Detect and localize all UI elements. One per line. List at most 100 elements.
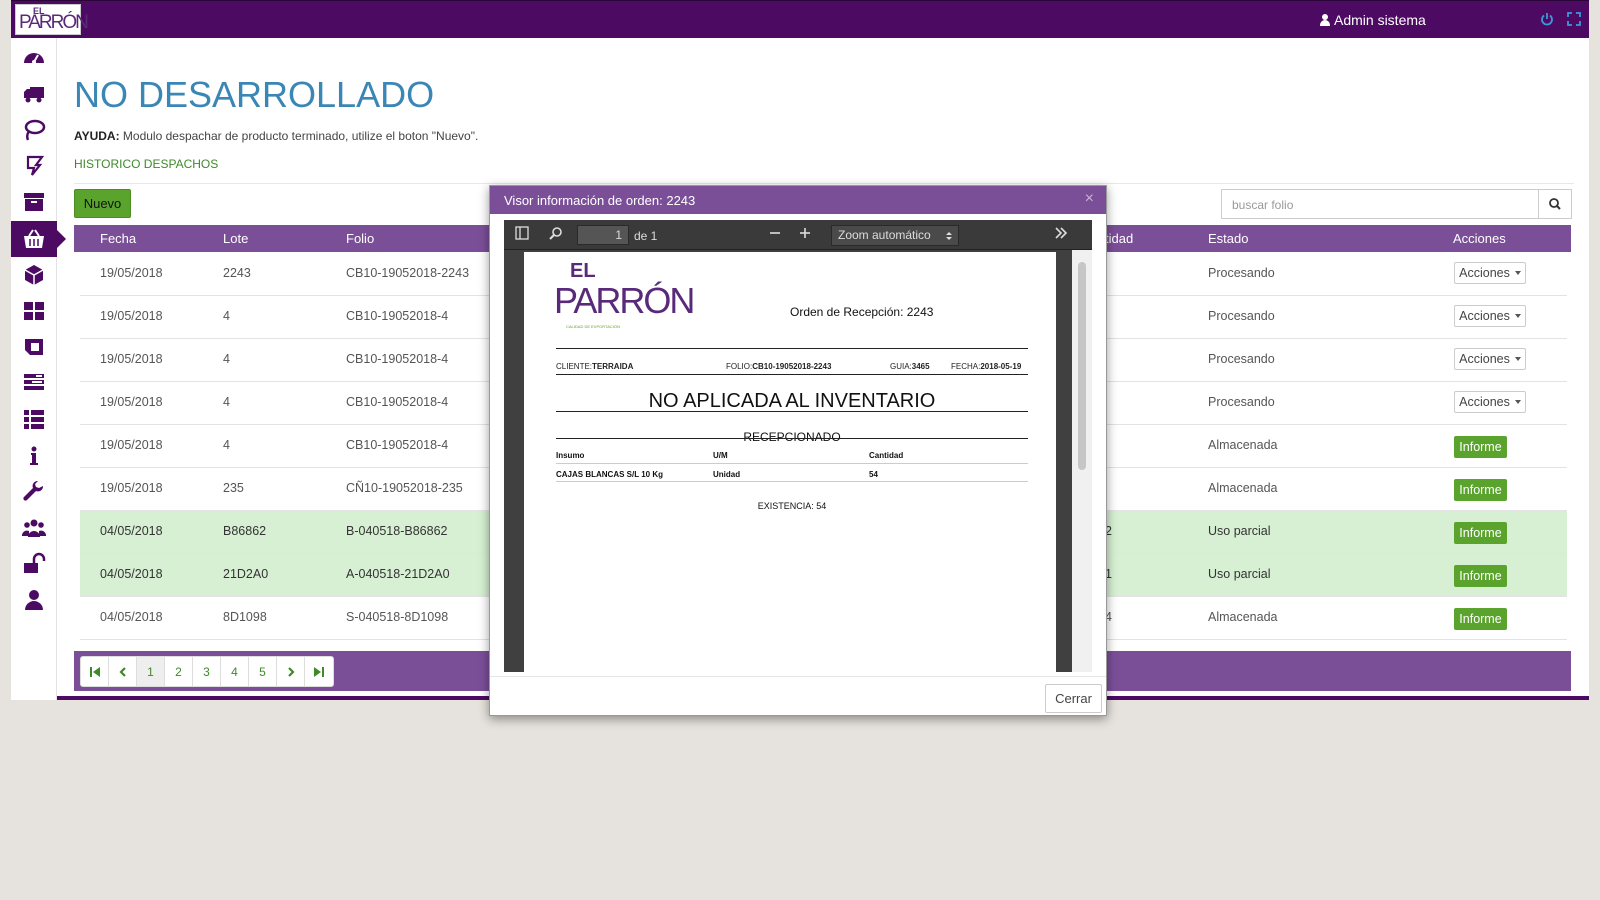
fullscreen-icon[interactable] [1567,12,1581,26]
report-button[interactable]: Informe [1454,522,1507,544]
cell-folio: CB10-19052018-4 [346,395,449,409]
grid-icon [24,302,44,320]
sidebar-item-panel[interactable] [11,329,57,365]
search-button[interactable] [1538,189,1572,219]
cell-fecha: 04/05/2018 [100,524,163,538]
next-page-button[interactable] [277,657,305,686]
sidebar-item-dashboard[interactable] [11,40,57,76]
col-lote[interactable]: Lote [223,231,248,246]
brand-logo[interactable]: EL PARRÓN [15,4,89,35]
col-cantidad[interactable]: tidad [1105,231,1133,246]
first-page-button[interactable] [81,657,109,686]
page-2[interactable]: 2 [165,657,193,686]
doc-rule [556,411,1028,412]
sidebar-item-reception[interactable] [11,112,57,148]
sidebar-item-modules[interactable] [11,293,57,329]
page-count: de 1 [634,229,658,243]
actions-dropdown-button[interactable]: Acciones [1454,391,1526,413]
cell-fecha: 19/05/2018 [100,352,163,366]
chevron-right-icon [287,666,295,677]
cell-fecha: 19/05/2018 [100,481,163,495]
page-5[interactable]: 5 [249,657,277,686]
viewer-scrollbar[interactable] [1072,250,1092,672]
cell-lote: 4 [223,309,230,323]
cell-fecha: 19/05/2018 [100,438,163,452]
sidebar-item-dispatch[interactable] [11,76,57,112]
sidebar-item-users[interactable] [11,510,57,546]
doc-cell-cantidad: 54 [869,470,878,479]
tools-menu-icon[interactable] [1052,226,1070,244]
doc-col-cantidad: Cantidad [869,451,904,460]
doc-cell-um: Unidad [713,470,741,479]
users-icon [22,519,46,537]
sidebar-item-settings[interactable] [11,474,57,510]
cell-lote: 8D1098 [223,610,267,624]
cell-estado: Procesando [1208,309,1275,323]
page-3[interactable]: 3 [193,657,221,686]
user-menu[interactable]: Admin sistema [1320,12,1426,28]
new-button[interactable]: Nuevo [74,189,131,218]
modal-title: Visor información de orden: 2243 [504,193,696,208]
col-acciones[interactable]: Acciones [1453,231,1506,246]
unlock-icon [24,552,46,573]
page-1[interactable]: 1 [137,657,165,686]
prev-page-button[interactable] [109,657,137,686]
cell-lote: B86862 [223,524,267,538]
power-icon[interactable] [1540,12,1554,26]
actions-dropdown-button[interactable]: Acciones [1454,262,1526,284]
wrench-icon [23,480,44,501]
cell-fecha: 19/05/2018 [100,395,163,409]
modal-footer-divider [490,676,1106,677]
cell-folio: B-040518-B86862 [346,524,448,538]
sidebar [11,38,66,700]
sidebar-toggle-icon[interactable] [513,226,531,244]
zoom-select[interactable]: Zoom automático [831,225,959,246]
page-4[interactable]: 4 [221,657,249,686]
search-input[interactable]: buscar folio [1221,189,1539,219]
sidebar-item-despacho[interactable] [11,221,66,257]
sidebar-item-forms[interactable] [11,148,57,184]
report-button[interactable]: Informe [1454,565,1507,587]
sidebar-item-info[interactable] [11,438,57,474]
doc-fecha: FECHA:2018-05-19 [951,362,1022,371]
scrollbar-thumb[interactable] [1078,262,1086,470]
zoom-in-icon[interactable] [796,226,814,244]
cell-estado: Almacenada [1208,438,1278,452]
cube-icon [24,265,44,285]
first-page-icon [89,666,100,677]
col-fecha[interactable]: Fecha [100,231,136,246]
help-message: Modulo despachar de producto terminado, … [122,129,479,143]
list-icon [24,410,44,429]
cell-estado: Procesando [1208,395,1275,409]
cell-lote: 4 [223,352,230,366]
zoom-out-icon[interactable] [766,226,784,244]
actions-dropdown-button[interactable]: Acciones [1454,348,1526,370]
sidebar-item-tasks[interactable] [11,365,57,401]
sidebar-item-archive[interactable] [11,184,57,220]
sidebar-item-products[interactable] [11,257,57,293]
sidebar-item-permissions[interactable] [11,546,57,582]
page-title: NO DESARROLLADO [74,74,435,115]
report-button[interactable]: Informe [1454,436,1507,458]
actions-dropdown-button[interactable]: Acciones [1454,305,1526,327]
sidebar-item-list[interactable] [11,401,57,437]
col-estado[interactable]: Estado [1208,231,1248,246]
cell-folio: CB10-19052018-2243 [346,266,470,280]
basket-icon [24,229,44,248]
close-button[interactable]: Cerrar [1045,684,1102,713]
find-icon[interactable] [547,226,565,244]
page-number-input[interactable]: 1 [577,225,629,245]
last-page-button[interactable] [305,657,333,686]
report-button[interactable]: Informe [1454,608,1507,630]
user-name: Admin sistema [1334,12,1426,28]
doc-section-title: RECEPCIONADO [743,430,841,444]
sidebar-item-profile[interactable] [11,582,57,618]
modal-close-icon[interactable]: × [1085,190,1094,208]
history-link[interactable]: HISTORICO DESPACHOS [74,157,218,171]
report-button[interactable]: Informe [1454,479,1507,501]
pagination: 1 2 3 4 5 [80,656,334,687]
col-folio[interactable]: Folio [346,231,374,246]
doc-logo-main: PARRÓN [554,280,695,321]
doc-logo-sub: CALIDAD DE EXPORTACION [566,324,620,329]
help-text: AYUDA: Modulo despachar de producto term… [74,129,478,143]
